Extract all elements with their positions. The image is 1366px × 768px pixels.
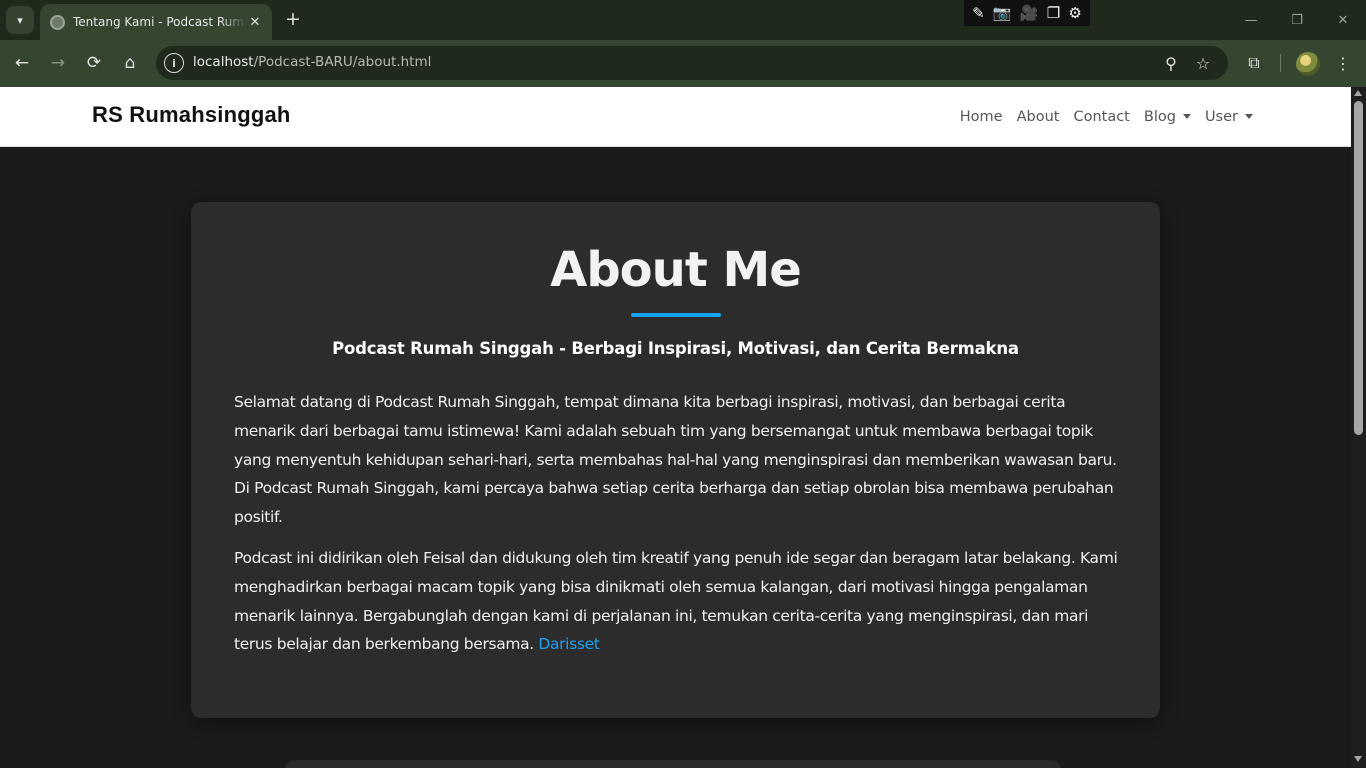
site-navbar: RS Rumahsinggah Home About Contact Blog … (0, 87, 1351, 147)
about-paragraph-2: Podcast ini didirikan oleh Feisal dan di… (234, 544, 1124, 659)
nav-item-contact[interactable]: Contact (1073, 109, 1129, 125)
minimize-window-button[interactable]: — (1228, 0, 1274, 40)
nav-item-user-dropdown[interactable]: User (1205, 109, 1253, 125)
about-paragraph-2-text: Podcast ini didirikan oleh Feisal dan di… (234, 548, 1118, 654)
restore-window-button[interactable]: ❐ (1274, 0, 1320, 40)
url-text[interactable]: localhost/Podcast-BARU/about.html (193, 54, 431, 70)
site-brand-link[interactable]: RS Rumahsinggah (92, 102, 291, 128)
caret-down-icon (1182, 114, 1191, 119)
url-host: localhost (193, 54, 254, 70)
about-body: Selamat datang di Podcast Rumah Singgah,… (234, 388, 1124, 659)
scroll-down-arrow-icon[interactable] (1354, 756, 1362, 762)
caret-down-icon (1245, 114, 1253, 119)
bookmark-star-icon[interactable]: ☆ (1192, 52, 1214, 74)
reload-button[interactable]: ⟳ (81, 50, 107, 76)
scrollbar-thumb[interactable] (1354, 101, 1363, 435)
page-title: About Me (550, 242, 802, 298)
site-info-icon[interactable]: i (164, 53, 184, 73)
browser-tab[interactable]: Tentang Kami - Podcast Rumah Singgah ✕ (40, 4, 272, 40)
tab-list-button[interactable]: ▾ (6, 6, 34, 34)
forward-button[interactable]: → (45, 50, 71, 76)
extensions-puzzle-icon[interactable]: ⧉ (1241, 50, 1267, 76)
about-subtitle: Podcast Rumah Singgah - Berbagi Inspiras… (332, 339, 1019, 358)
nav-item-about[interactable]: About (1017, 109, 1060, 125)
gear-icon[interactable]: ⚙ (1068, 4, 1081, 22)
nav-item-blog-label: Blog (1143, 109, 1176, 125)
url-path: /Podcast-BARU/about.html (253, 54, 432, 70)
capture-extension-toolbar: ✎ 📷 🎥 ❐ ⚙ (964, 0, 1090, 26)
title-underline (631, 313, 721, 317)
nav-menu: Home About Contact Blog User (946, 87, 1253, 147)
close-window-button[interactable]: ✕ (1320, 0, 1366, 40)
tab-title: Tentang Kami - Podcast Rumah Singgah (73, 15, 246, 29)
nav-item-user-label: User (1204, 109, 1238, 125)
pen-icon[interactable]: ✎ (972, 4, 985, 22)
darisset-link[interactable]: Darisset (538, 635, 599, 653)
new-tab-button[interactable]: + (282, 8, 304, 30)
globe-icon (50, 14, 65, 30)
about-card: About Me Podcast Rumah Singgah - Berbagi… (191, 202, 1160, 718)
page-viewport: RS Rumahsinggah Home About Contact Blog … (0, 87, 1351, 768)
about-paragraph-1: Selamat datang di Podcast Rumah Singgah,… (234, 393, 1117, 527)
address-bar[interactable]: i localhost/Podcast-BARU/about.html ⚲ ☆ (156, 46, 1228, 80)
browser-toolbar: ← → ⟳ ⌂ i localhost/Podcast-BARU/about.h… (0, 40, 1366, 87)
browser-tab-strip: ▾ Tentang Kami - Podcast Rumah Singgah ✕… (0, 0, 1366, 40)
close-tab-icon[interactable]: ✕ (246, 15, 264, 30)
camera-icon[interactable]: 📷 (993, 4, 1012, 22)
chevron-down-icon: ▾ (17, 13, 23, 27)
zoom-icon[interactable]: ⚲ (1160, 52, 1182, 74)
window-capture-icon[interactable]: ❐ (1047, 4, 1060, 22)
browser-menu-icon[interactable]: ⋮ (1330, 50, 1356, 76)
scroll-up-arrow-icon[interactable] (1354, 90, 1362, 96)
next-section-edge (285, 760, 1061, 768)
video-camera-icon[interactable]: 🎥 (1020, 4, 1039, 22)
page-scrollbar[interactable] (1351, 87, 1366, 768)
nav-item-blog-dropdown[interactable]: Blog (1144, 109, 1191, 125)
nav-item-home[interactable]: Home (960, 109, 1003, 125)
profile-avatar[interactable] (1296, 52, 1320, 76)
back-button[interactable]: ← (9, 50, 35, 76)
toolbar-divider (1280, 54, 1281, 72)
home-button[interactable]: ⌂ (117, 50, 143, 76)
